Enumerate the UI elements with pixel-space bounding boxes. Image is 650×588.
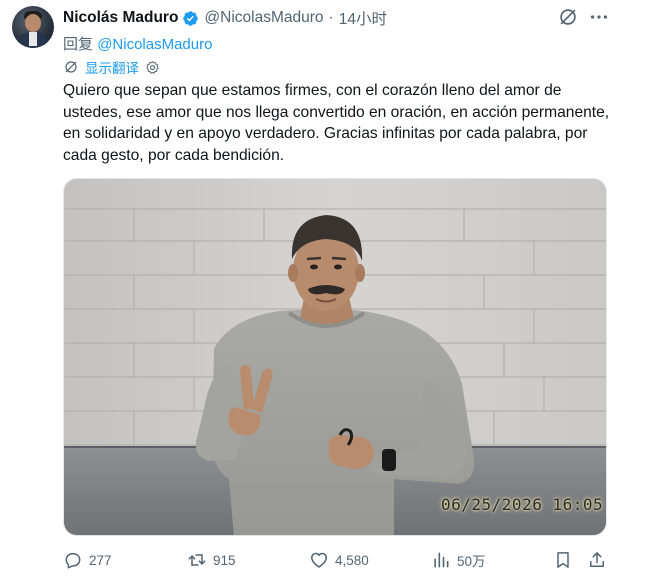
tweet-timestamp[interactable]: 14小时 — [339, 7, 387, 29]
separator-dot: · — [328, 9, 334, 26]
author-avatar[interactable] — [12, 6, 54, 48]
views-icon — [434, 552, 449, 568]
bookmark-icon — [557, 552, 569, 568]
reply-context: 回复 @NicolasMaduro — [63, 33, 212, 54]
tweet-photo[interactable]: 06/25/2026 16:05 — [63, 178, 607, 536]
tweet-header: Nicolás Maduro @NicolasMaduro · 14小时 — [63, 8, 387, 28]
author-handle[interactable]: @NicolasMaduro — [204, 9, 323, 27]
reply-prefix: 回复 — [63, 36, 94, 53]
reply-mention-link[interactable]: @NicolasMaduro — [97, 36, 212, 53]
bookmark-button[interactable] — [553, 548, 573, 572]
gear-icon[interactable] — [145, 60, 160, 75]
tweet-actions: 277 915 4,580 50万 — [63, 548, 608, 572]
like-button[interactable]: 4,580 — [309, 548, 369, 572]
repost-icon — [188, 554, 206, 566]
reply-icon — [65, 553, 81, 569]
heart-icon — [311, 552, 327, 568]
repost-count: 915 — [213, 552, 236, 568]
more-icon[interactable] — [588, 6, 610, 28]
author-name[interactable]: Nicolás Maduro — [63, 9, 178, 27]
reply-count: 277 — [89, 552, 112, 568]
grok-icon[interactable] — [557, 6, 579, 28]
share-icon — [590, 552, 604, 567]
views-button[interactable]: 50万 — [431, 548, 486, 572]
repost-button[interactable]: 915 — [187, 548, 236, 572]
like-count: 4,580 — [335, 552, 369, 568]
share-button[interactable] — [587, 548, 607, 572]
show-translation-link[interactable]: 显示翻译 — [85, 57, 139, 77]
translate-icon — [65, 61, 77, 73]
reply-button[interactable]: 277 — [63, 548, 112, 572]
photo-scene — [64, 179, 606, 535]
tweet-text: Quiero que sepan que estamos firmes, con… — [63, 82, 610, 164]
views-count: 50万 — [457, 554, 486, 569]
verified-badge-icon — [183, 10, 199, 26]
photo-timestamp: 06/25/2026 16:05 — [441, 495, 604, 514]
translate-row: 显示翻译 — [63, 57, 160, 77]
